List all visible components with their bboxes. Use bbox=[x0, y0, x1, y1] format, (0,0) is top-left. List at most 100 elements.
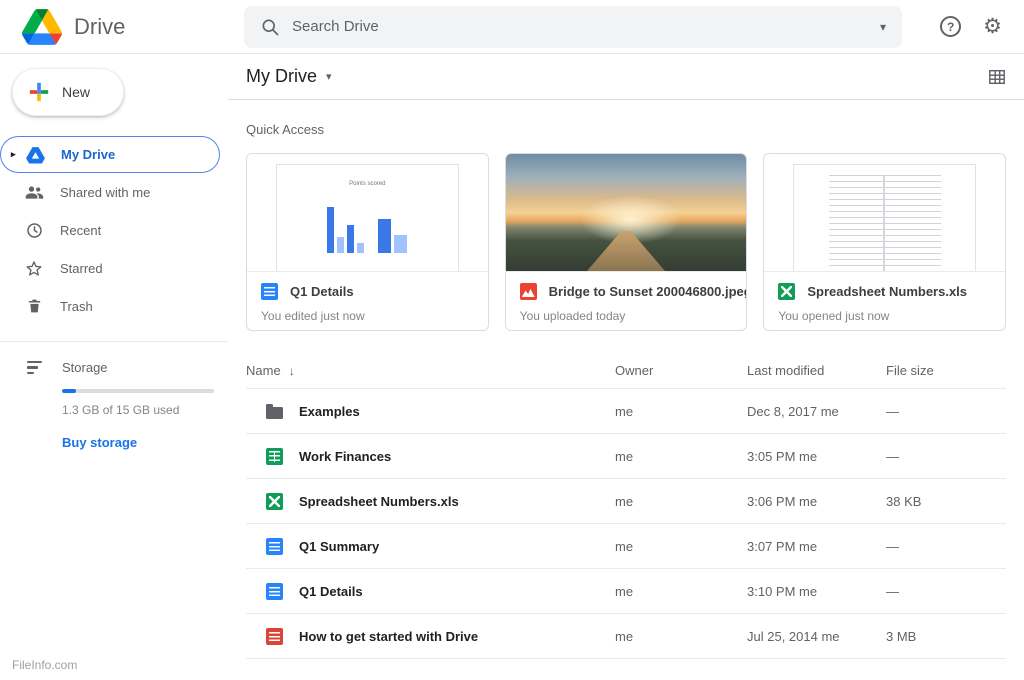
col-name[interactable]: Name bbox=[246, 363, 281, 378]
file-modified: 3:10 PM me bbox=[747, 583, 818, 599]
photo-road-shape bbox=[587, 231, 665, 271]
card-title: Spreadsheet Numbers.xls bbox=[807, 284, 968, 299]
search-input[interactable] bbox=[292, 18, 868, 35]
file-owner: me bbox=[615, 538, 634, 554]
quick-access-heading: Quick Access bbox=[246, 122, 325, 137]
file-modified: 3:07 PM me bbox=[747, 538, 818, 554]
drive-logo-icon bbox=[22, 8, 62, 45]
file-name: Spreadsheet Numbers.xls bbox=[299, 493, 459, 509]
storage-section: Storage 1.3 GB of 15 GB used Buy storage bbox=[0, 342, 228, 450]
file-size: — bbox=[886, 403, 899, 419]
quick-access-card-spreadsheet-numbers[interactable]: Spreadsheet Numbers.xls You opened just … bbox=[763, 153, 1007, 331]
storage-icon bbox=[24, 360, 44, 375]
help-icon[interactable]: ? bbox=[940, 16, 962, 37]
table-row-q1-summary[interactable]: Q1 Summary me 3:07 PM me — bbox=[246, 524, 1006, 569]
sidebar-item-my-drive[interactable]: ▸ My Drive bbox=[0, 136, 220, 173]
table-row-q1-details[interactable]: Q1 Details me 3:10 PM me — bbox=[246, 569, 1006, 614]
sidebar-item-label: My Drive bbox=[61, 147, 116, 162]
file-name: Q1 Details bbox=[299, 583, 363, 599]
grid-view-toggle-icon[interactable] bbox=[988, 68, 1006, 86]
mini-chart-title: Points scored bbox=[349, 181, 386, 187]
card-subtitle: You opened just now bbox=[778, 309, 890, 323]
sheet-file-icon bbox=[266, 492, 283, 510]
quick-access-cards: Points scored Q1 Details You edited just… bbox=[246, 153, 1007, 331]
file-table: Name ↓ Owner Last modified File size Exa… bbox=[246, 353, 1006, 659]
mini-chart-bars bbox=[277, 195, 458, 253]
table-row-examples[interactable]: Examples me Dec 8, 2017 me — bbox=[246, 389, 1006, 434]
search-bar[interactable]: ▾ bbox=[244, 5, 902, 48]
top-bar: Drive ▾ ? ⚙ bbox=[0, 0, 1024, 54]
doc-file-icon bbox=[266, 582, 283, 600]
disclosure-arrow-icon[interactable]: ▸ bbox=[11, 149, 25, 160]
file-name: How to get started with Drive bbox=[299, 628, 479, 644]
sidebar-item-label: Shared with me bbox=[60, 184, 151, 200]
sidebar-item-trash[interactable]: Trash bbox=[0, 287, 228, 325]
recent-clock-icon bbox=[24, 221, 44, 240]
sheet-file-icon bbox=[778, 283, 796, 300]
file-size: 38 KB bbox=[886, 493, 922, 509]
shared-people-icon bbox=[24, 183, 44, 201]
table-row-spreadsheet-numbers[interactable]: Spreadsheet Numbers.xls me 3:06 PM me 38… bbox=[246, 479, 1006, 524]
buy-storage-link[interactable]: Buy storage bbox=[62, 435, 228, 450]
sheet-file-icon bbox=[266, 447, 283, 465]
search-icon[interactable] bbox=[260, 17, 280, 37]
image-file-icon bbox=[519, 283, 537, 300]
file-size: — bbox=[886, 448, 899, 464]
search-options-caret-icon[interactable]: ▾ bbox=[880, 20, 886, 34]
file-name: Examples bbox=[299, 403, 360, 419]
storage-label: Storage bbox=[62, 360, 108, 375]
file-name: Work Finances bbox=[299, 448, 392, 464]
sort-arrow-icon[interactable]: ↓ bbox=[289, 364, 295, 378]
sidebar-item-shared-with-me[interactable]: Shared with me bbox=[0, 173, 228, 211]
storage-usage-text: 1.3 GB of 15 GB used bbox=[62, 403, 180, 417]
storage-progress-fill bbox=[62, 389, 76, 393]
doc-file-icon bbox=[266, 537, 283, 555]
col-owner[interactable]: Owner bbox=[615, 363, 747, 378]
file-name: Q1 Summary bbox=[299, 538, 380, 554]
breadcrumb-caret-icon[interactable]: ▾ bbox=[326, 70, 332, 83]
plus-icon bbox=[29, 82, 49, 102]
topbar-actions: ? ⚙ bbox=[940, 16, 1024, 37]
file-modified: Dec 8, 2017 me bbox=[747, 403, 839, 419]
drive-logo-area[interactable]: Drive bbox=[0, 8, 228, 45]
card-subtitle: You uploaded today bbox=[519, 309, 626, 323]
quick-access-card-q1-details[interactable]: Points scored Q1 Details You edited just… bbox=[246, 153, 489, 331]
file-size: — bbox=[886, 583, 899, 599]
main-header: My Drive ▾ bbox=[228, 54, 1024, 100]
storage-row[interactable]: Storage bbox=[0, 360, 228, 375]
col-size[interactable]: File size bbox=[886, 363, 1006, 378]
col-modified[interactable]: Last modified bbox=[747, 363, 886, 378]
table-row-how-to-get-started[interactable]: How to get started with Drive me Jul 25,… bbox=[246, 614, 1006, 659]
card-title: Q1 Details bbox=[290, 284, 354, 299]
sidebar-item-starred[interactable]: Starred bbox=[0, 249, 228, 287]
quick-access-card-bridge-to-sunset[interactable]: Bridge to Sunset 200046800.jpeg You uplo… bbox=[504, 153, 748, 331]
file-owner: me bbox=[615, 583, 634, 599]
card-caption: Bridge to Sunset 200046800.jpeg You uplo… bbox=[506, 272, 746, 323]
file-modified: 3:05 PM me bbox=[747, 448, 818, 464]
app-title: Drive bbox=[74, 13, 126, 39]
breadcrumb[interactable]: My Drive bbox=[246, 66, 317, 87]
spreadsheet-thumbnail bbox=[764, 154, 1006, 272]
storage-progress-bar bbox=[62, 389, 214, 393]
file-owner: me bbox=[615, 628, 634, 644]
file-owner: me bbox=[615, 448, 634, 464]
watermark: FileInfo.com bbox=[12, 658, 78, 672]
sidebar-nav: ▸ My Drive Shared with me Recent Starred… bbox=[0, 136, 228, 325]
photo-thumbnail bbox=[505, 154, 747, 272]
file-owner: me bbox=[615, 403, 634, 419]
file-owner: me bbox=[615, 493, 634, 509]
sidebar: New ▸ My Drive Shared with me Recent Sta… bbox=[0, 54, 228, 680]
sidebar-item-label: Starred bbox=[60, 260, 103, 276]
new-button-label: New bbox=[62, 84, 91, 100]
table-row-work-finances[interactable]: Work Finances me 3:05 PM me — bbox=[246, 434, 1006, 479]
card-caption: Q1 Details You edited just now bbox=[247, 272, 488, 323]
new-button[interactable]: New bbox=[12, 68, 124, 116]
card-caption: Spreadsheet Numbers.xls You opened just … bbox=[764, 272, 1005, 323]
doc-file-icon bbox=[261, 283, 278, 300]
settings-gear-icon[interactable]: ⚙ bbox=[983, 16, 1002, 37]
card-subtitle: You edited just now bbox=[261, 309, 365, 323]
content-area: Quick Access Points scored Q1 Details Yo… bbox=[228, 100, 1024, 680]
pdf-file-icon bbox=[266, 627, 283, 645]
sidebar-item-label: Recent bbox=[60, 222, 102, 238]
sidebar-item-recent[interactable]: Recent bbox=[0, 211, 228, 249]
